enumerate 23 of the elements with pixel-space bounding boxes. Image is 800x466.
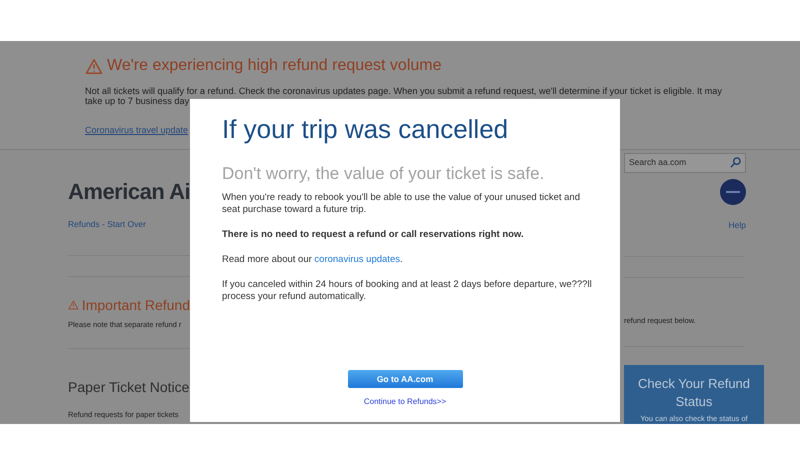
alert-text: take up to 7 business day	[85, 96, 190, 106]
go-to-aa-button[interactable]: Go to AA.com	[348, 370, 462, 388]
travel-updates-link[interactable]: Coronavirus travel update	[85, 124, 188, 138]
continue-to-refunds-link[interactable]: Continue to Refunds>>	[364, 396, 446, 408]
help-link[interactable]: Help	[728, 218, 746, 232]
airline-logo: American Ai	[68, 178, 190, 206]
alert-title: We're experiencing high refund request volume	[107, 56, 442, 76]
search-field[interactable]: Search aa.com	[624, 152, 746, 173]
alert-text: Not all tickets will qualify for a refund. Check the coronavirus updates page. When you submit a refund request, we'll determine if your ticket is eligible. It may	[85, 86, 724, 96]
dialog-text: If you canceled within 24 hours of booking and at least 2 days before departure, we???ll process your refund automatically.	[222, 279, 593, 303]
coronavirus-updates-link[interactable]: coronavirus updates	[314, 254, 400, 265]
dialog-title: If your trip was cancelled	[222, 113, 510, 146]
dialog-subtitle: Don't worry, the value of your ticket is safe.	[222, 164, 546, 184]
dialog-text: Read more about our coronavirus updates.	[222, 254, 404, 266]
dialog-text: There is no need to request a refund or call reservations right now.	[222, 229, 525, 241]
warning-icon	[68, 298, 79, 312]
paper-ticket-title: Paper Ticket Notice	[68, 378, 190, 397]
start-over-link[interactable]: Refunds - Start Over	[68, 218, 146, 230]
warning-icon	[85, 58, 103, 74]
refund-status-title: Check Your Refund Status	[636, 374, 752, 411]
search-icon[interactable]	[730, 157, 741, 168]
dialog-text: When you're ready to rebook you'll be able to use the value of your unused ticket and seat purchase toward a future trip.	[222, 192, 581, 216]
important-refund-title: Important Refund	[82, 296, 190, 315]
